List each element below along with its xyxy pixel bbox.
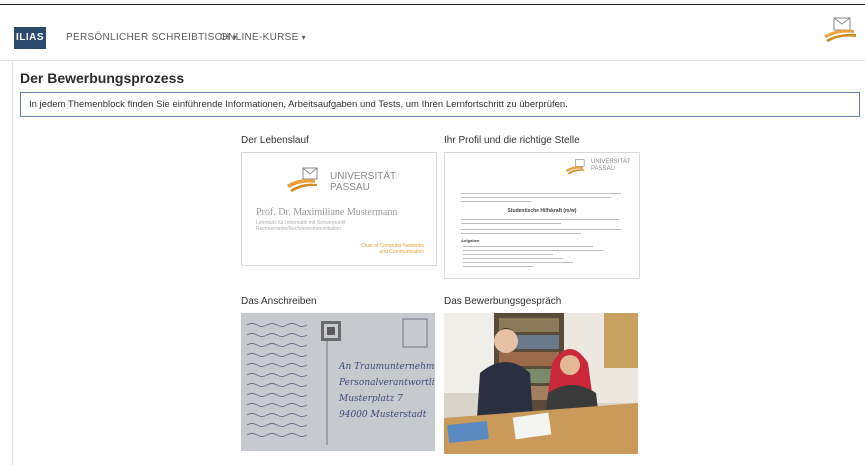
doc-text-line [463,246,593,247]
uni-name-line1: UNIVERSITÄT [330,171,397,182]
cv-name: Prof. Dr. Maximiliane Mustermann [256,207,398,218]
uni-name-line2: PASSAU [330,182,370,193]
info-message-box: In jedem Themenblock finden Sie einführe… [20,92,860,117]
doc-text-line [463,254,553,255]
job-aufgaben: Aufgaben [461,238,480,243]
tile-lebenslauf-image[interactable]: UNIVERSITÄT PASSAU Prof. Dr. Maximiliane… [241,152,437,266]
doc-text-line [461,197,611,198]
nav-label: ONLINE-KURSE [220,32,299,43]
doc-text-line [461,201,531,202]
caret-down-icon: ▾ [301,33,306,42]
uni-name-line1: UNIVERSITÄT [591,159,631,165]
tile-title-anschreiben[interactable]: Das Anschreiben [241,296,317,307]
university-logo-icon [565,159,585,175]
tile-title-lebenslauf[interactable]: Der Lebenslauf [241,135,309,146]
doc-text-line [461,223,561,224]
doc-text-line [463,262,573,263]
tile-title-bewerbungsgespraech[interactable]: Das Bewerbungsgespräch [444,296,561,307]
ilias-logo[interactable]: ILIAS [14,27,46,49]
postcard-address-line: 94000 Musterstadt [339,410,427,420]
nav-online-kurse[interactable]: ONLINE-KURSE ▾ [220,32,306,43]
doc-text-line [461,219,619,220]
postcard-address-line: Personalverantwortlicher [339,378,435,388]
doc-text-line [461,193,621,194]
doc-text-line [463,266,533,267]
nav-persoenlicher-schreibtisch[interactable]: PERSÖNLICHER SCHREIBTISCH ▾ [66,32,237,43]
info-text: In jedem Themenblock finden Sie einführe… [29,99,568,110]
interview-photo [444,313,638,454]
postcard-address-line: An Traumunternehmen [339,362,435,372]
tile-profil-image[interactable]: UNIVERSITÄT PASSAU Studentische Hilfskra… [444,152,640,279]
cv-subtitle-2: Rechnernetze/Rechnerkommunikation [256,226,342,232]
main-content [12,61,865,465]
tile-bewerbungsgespraech-image[interactable] [444,313,638,454]
job-heading: Studentische Hilfskraft (m/w) [507,208,577,214]
postcard-address-line: Musterplatz 7 [339,394,403,404]
tile-anschreiben-image[interactable]: An Traumunternehmen Personalverantwortli… [241,313,435,451]
tile-title-profil[interactable]: Ihr Profil und die richtige Stelle [444,135,580,146]
doc-text-line [463,250,603,251]
doc-text-line [461,233,581,234]
university-logo-icon[interactable] [824,16,865,46]
uni-name-line2: PASSAU [591,166,615,172]
doc-text-line [463,258,563,259]
page-title: Der Bewerbungsprozess [20,70,185,86]
nav-label: PERSÖNLICHER SCHREIBTISCH [66,32,230,43]
doc-text-line [461,229,621,230]
university-logo-icon [287,167,318,192]
cv-chair-2: and Communication [379,249,424,255]
